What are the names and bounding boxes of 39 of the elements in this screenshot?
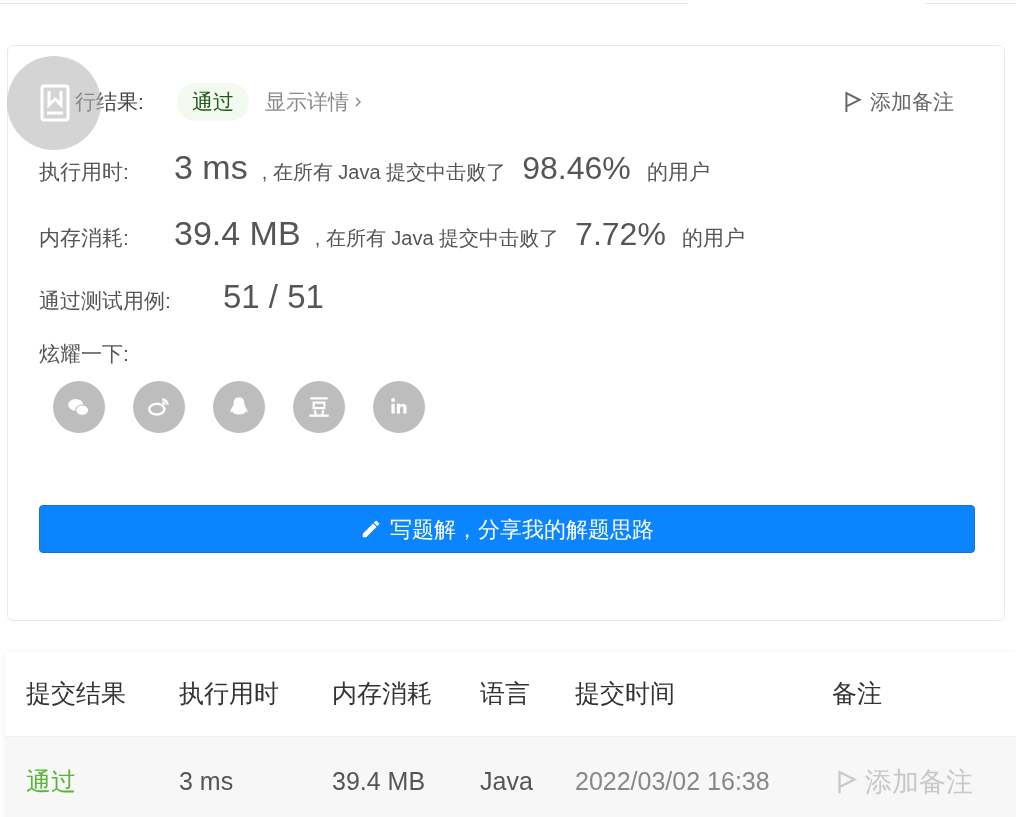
stat-label: 执行用时: bbox=[39, 159, 130, 185]
stat-percent: 7.72% bbox=[575, 215, 666, 254]
stat-suffix: 的用户 bbox=[681, 225, 745, 251]
table-cell-text: Java bbox=[480, 766, 534, 798]
linkedin-share-icon[interactable] bbox=[373, 381, 425, 433]
stat-value: 39.4 MB bbox=[174, 213, 301, 254]
status-badge: 通过 bbox=[177, 83, 249, 121]
tests-label: 通过测试用例: bbox=[39, 288, 172, 314]
column-header: 执行用时 bbox=[179, 678, 280, 710]
stat-suffix: 的用户 bbox=[646, 159, 710, 185]
column-header: 提交时间 bbox=[575, 678, 676, 710]
details-link[interactable]: 显示详情 bbox=[265, 86, 363, 118]
column-header: 语言 bbox=[480, 678, 531, 710]
table-cell-text: 2022/03/02 16:38 bbox=[575, 766, 771, 798]
table-cell-text: 39.4 MB bbox=[332, 766, 427, 798]
stat-text: , 在所有 Java 提交中击败了 bbox=[314, 226, 560, 251]
pencil-icon bbox=[360, 518, 382, 540]
share-label: 炫耀一下: bbox=[39, 340, 130, 367]
weibo-share-icon[interactable] bbox=[133, 381, 185, 433]
flag-icon bbox=[844, 91, 862, 113]
column-header: 备注 bbox=[832, 678, 882, 710]
flag-icon bbox=[837, 768, 857, 796]
qq-share-icon[interactable] bbox=[213, 381, 265, 433]
stat-label: 内存消耗: bbox=[39, 225, 130, 251]
result-label: 行结果: bbox=[75, 89, 145, 116]
douban-share-icon[interactable] bbox=[293, 381, 345, 433]
wechat-share-icon[interactable] bbox=[53, 381, 105, 433]
stat-text: , 在所有 Java 提交中击败了 bbox=[261, 160, 507, 185]
column-header: 提交结果 bbox=[26, 678, 127, 710]
table-cell-text: 通过 bbox=[26, 766, 77, 798]
book-icon bbox=[39, 83, 71, 123]
chevron-right-icon bbox=[353, 96, 363, 108]
stat-percent: 98.46% bbox=[522, 149, 631, 188]
write-solution-button[interactable]: 写题解，分享我的解题思路 bbox=[39, 505, 975, 553]
column-header: 内存消耗 bbox=[332, 678, 433, 710]
add-note-button[interactable]: 添加备注 bbox=[844, 86, 954, 118]
tests-value: 51 / 51 bbox=[223, 277, 324, 317]
stat-value: 3 ms bbox=[174, 147, 248, 188]
table-cell-text: 3 ms bbox=[179, 766, 235, 798]
